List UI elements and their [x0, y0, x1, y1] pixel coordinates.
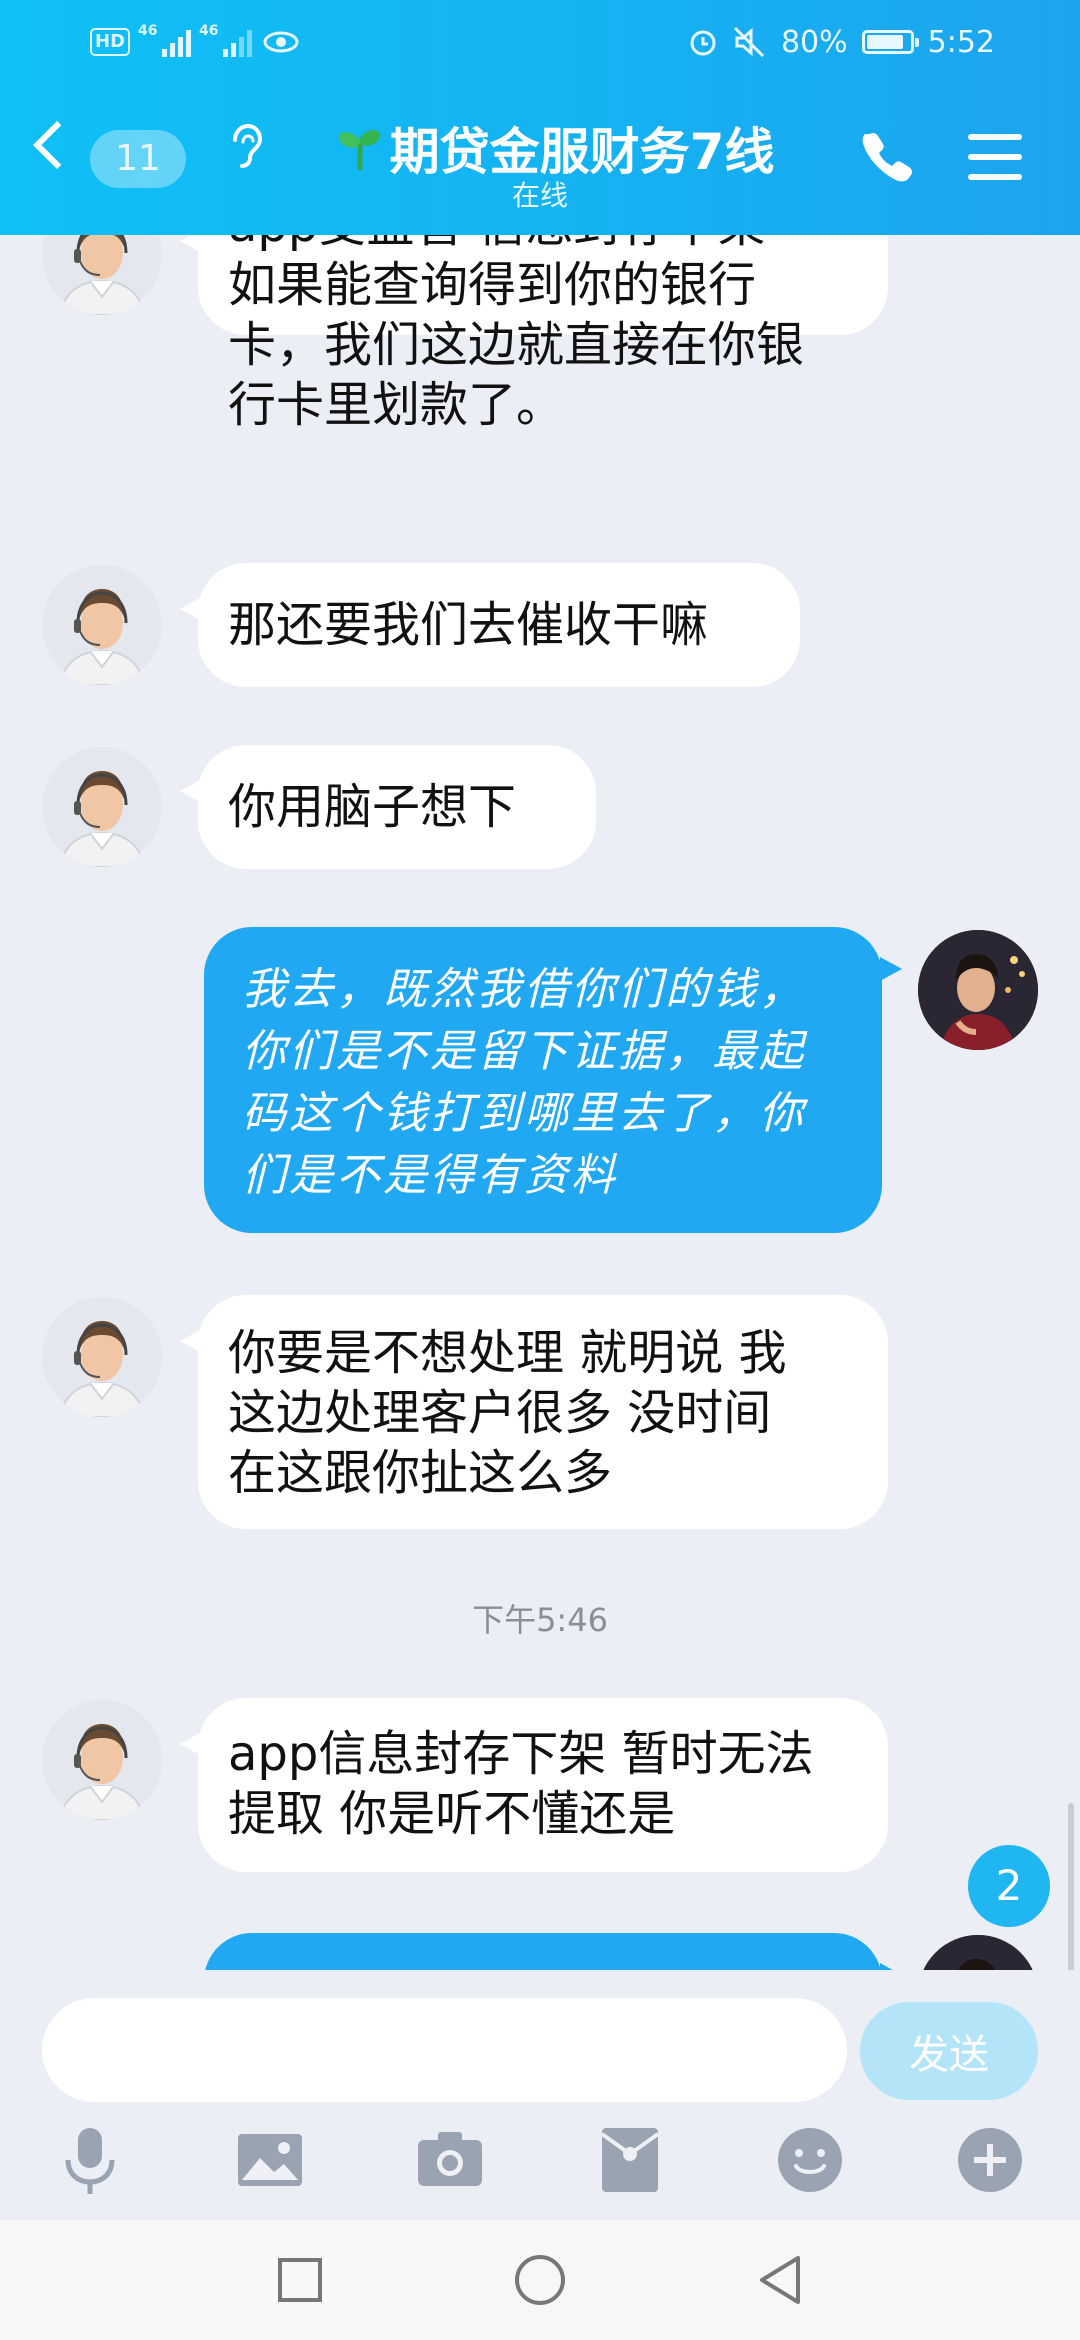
clock: 5:52: [927, 24, 995, 60]
message-timestamp: 下午5:46: [472, 1601, 608, 1639]
network-label: 46: [138, 23, 158, 39]
scrollbar[interactable]: [1068, 1803, 1074, 1970]
menu-icon[interactable]: [968, 134, 1022, 180]
agent-avatar-icon: [58, 1321, 146, 1417]
agent-avatar[interactable]: [42, 235, 162, 315]
system-nav-bar: [0, 2220, 1080, 2340]
sprout-icon: [338, 130, 380, 171]
agent-avatar-icon: [58, 235, 146, 315]
message-bubble-partial[interactable]: [204, 1933, 902, 1970]
emoji-icon[interactable]: [770, 2120, 850, 2200]
alarm-icon: [690, 30, 716, 56]
battery-level: [866, 35, 904, 49]
battery-percent: 80%: [780, 24, 848, 60]
status-bar: HD 46 46 80% 5:52: [0, 0, 1080, 85]
message-bubble[interactable]: app受监管 信息封存下架 如果能查询得到你的银行 卡，我们这边就直接在你银 行…: [180, 235, 888, 433]
user-avatar[interactable]: [918, 930, 1038, 1050]
phone-icon[interactable]: [858, 128, 914, 184]
message-input[interactable]: [42, 1998, 847, 2102]
message-bubble[interactable]: 你用脑子想下: [180, 745, 596, 869]
user-avatar[interactable]: [918, 1935, 1038, 1970]
back-nav-icon[interactable]: [748, 2248, 812, 2312]
message-list[interactable]: app受监管 信息封存下架 如果能查询得到你的银行 卡，我们这边就直接在你银 行…: [0, 235, 1080, 1970]
new-message-badge[interactable]: 2: [968, 1845, 1050, 1927]
input-bar: 发送: [0, 1970, 1080, 2220]
message-bubble[interactable]: 我去，既然我借你们的钱， 你们是不是留下证据，最起 码这个钱打到哪里去了，你 们…: [204, 927, 902, 1233]
camera-icon[interactable]: [410, 2120, 490, 2200]
red-packet-icon[interactable]: [590, 2120, 670, 2200]
hd-indicator: HD: [90, 28, 131, 56]
microphone-icon[interactable]: [50, 2120, 130, 2200]
plus-icon[interactable]: [950, 2120, 1030, 2200]
message-bubble[interactable]: 你要是不想处理 就明说 我 这边处理客户很多 没时间 在这跟你扯这么多: [180, 1295, 888, 1529]
input-toolbar: [0, 2120, 1080, 2200]
mute-icon: [733, 26, 764, 58]
battery-icon: [861, 30, 919, 54]
image-icon[interactable]: [230, 2120, 310, 2200]
network-label: 46: [199, 23, 219, 39]
agent-avatar[interactable]: [42, 1297, 162, 1417]
signal-icon: 46: [138, 23, 192, 57]
send-button[interactable]: 发送: [860, 2002, 1038, 2100]
agent-avatar-icon: [58, 589, 146, 685]
agent-avatar[interactable]: [42, 565, 162, 685]
user-avatar-icon: [918, 930, 1038, 1050]
agent-avatar[interactable]: [42, 747, 162, 867]
recent-apps-icon[interactable]: [268, 2248, 332, 2312]
online-status: 在线: [511, 179, 568, 212]
user-avatar-icon: [918, 1935, 1038, 1970]
agent-avatar-icon: [58, 771, 146, 867]
message-bubble[interactable]: app信息封存下架 暂时无法 提取 你是听不懂还是: [180, 1698, 888, 1872]
agent-avatar[interactable]: [42, 1700, 162, 1820]
chat-header: HD 46 46 80% 5:52 11 期贷金服财务7线 在线: [0, 0, 1080, 235]
signal-icon: 46: [199, 23, 253, 57]
eye-icon: [263, 31, 299, 53]
home-icon[interactable]: [508, 2248, 572, 2312]
agent-avatar-icon: [58, 1724, 146, 1820]
message-bubble[interactable]: 那还要我们去催收干嘛: [180, 563, 800, 687]
